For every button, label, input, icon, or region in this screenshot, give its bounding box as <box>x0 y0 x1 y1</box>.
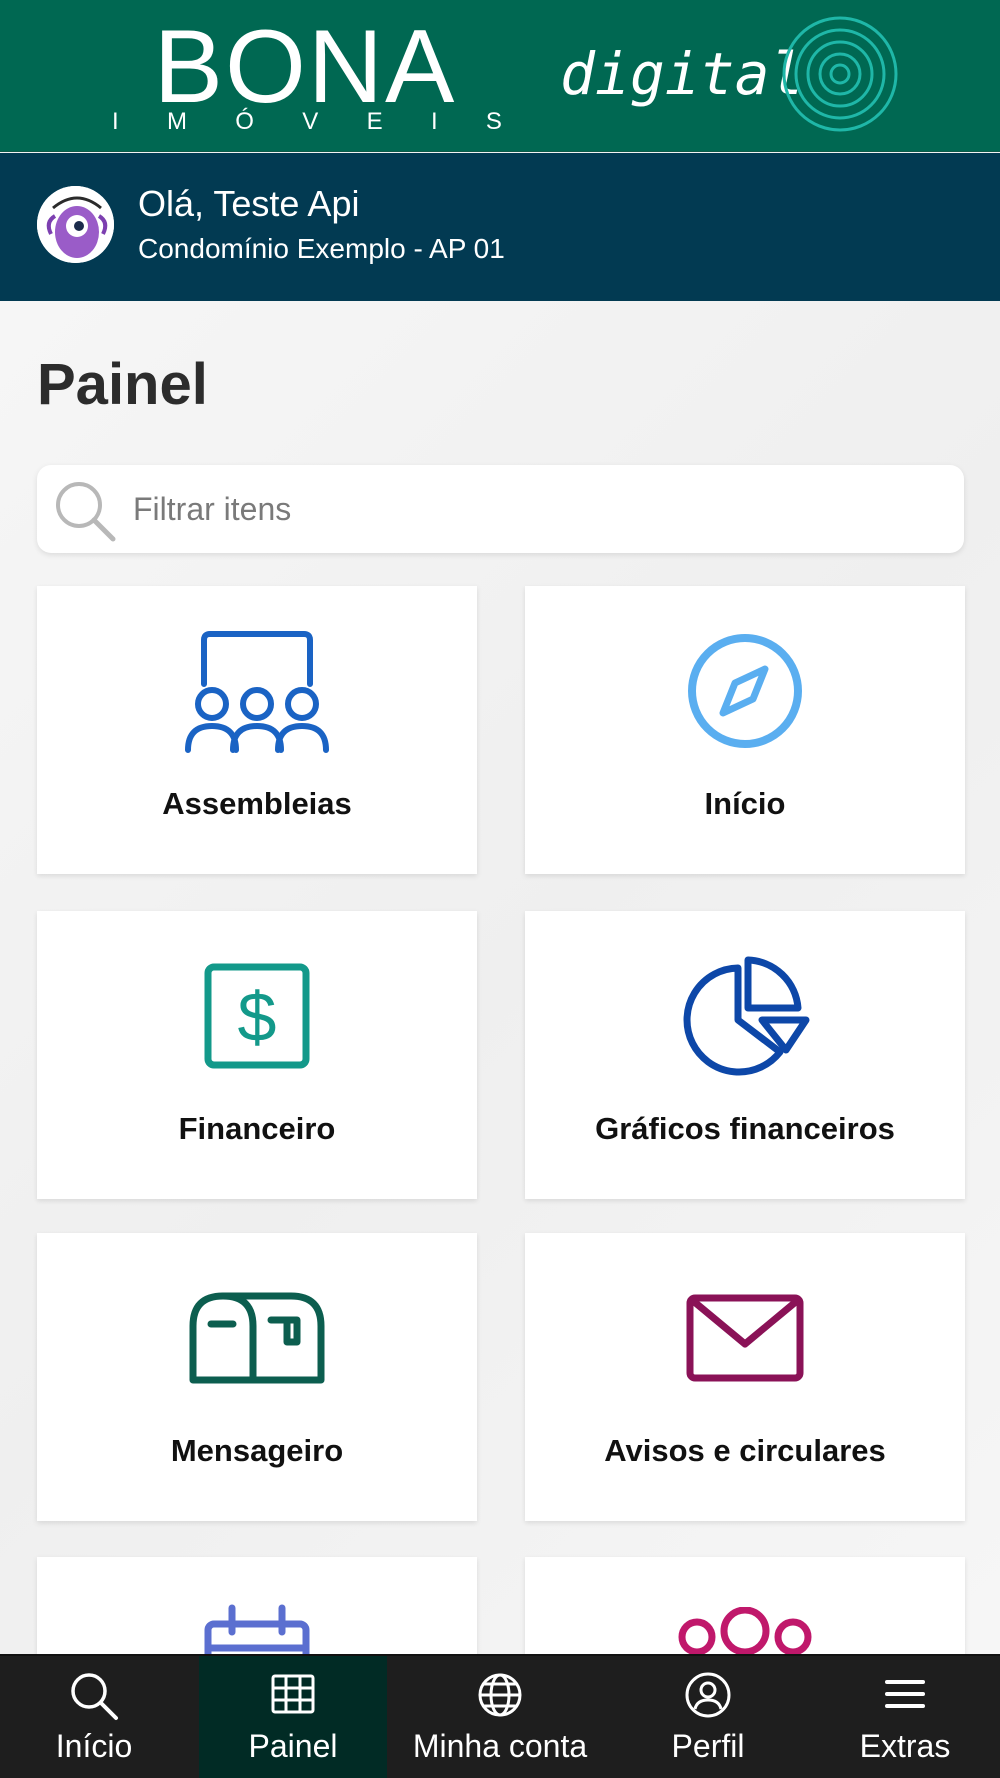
monster-avatar-icon <box>37 186 114 263</box>
compass-icon <box>688 634 802 748</box>
tile-inicio[interactable]: Início <box>525 586 965 874</box>
user-greeting: Olá, Teste Api <box>138 183 360 224</box>
group-icon <box>678 1607 812 1654</box>
search-icon <box>71 1673 118 1720</box>
envelope-icon <box>686 1294 804 1382</box>
tile-label: Gráficos financeiros <box>595 1111 895 1146</box>
globe-icon <box>478 1673 522 1717</box>
nav-extras[interactable]: Extras <box>810 1656 1000 1778</box>
brand-sub: I M Ó V E I S <box>112 108 502 135</box>
mailbox-icon <box>189 1292 325 1384</box>
tile-financeiro[interactable]: $ Financeiro <box>37 911 477 1199</box>
tile-group[interactable] <box>525 1557 965 1654</box>
tile-label: Financeiro <box>178 1111 336 1146</box>
dollar-icon: $ <box>204 963 310 1069</box>
nav-label: Minha conta <box>412 1728 588 1764</box>
target-rings-icon <box>782 16 898 132</box>
tile-avisos-circulares[interactable]: Avisos e circulares <box>525 1233 965 1521</box>
tile-graficos-financeiros[interactable]: Gráficos financeiros <box>525 911 965 1199</box>
user-circle-icon <box>685 1672 731 1718</box>
app-header: BONA I M Ó V E I S digital <box>0 0 1000 152</box>
tile-label: Assembleias <box>162 786 352 821</box>
dashboard-panel: Painel Assembleias <box>0 301 1000 1654</box>
nav-label: Perfil <box>671 1728 745 1764</box>
bona-logo: BONA I M Ó V E I S <box>100 9 510 135</box>
filter-search-box[interactable] <box>37 465 964 553</box>
pie-chart-icon <box>683 956 810 1076</box>
nav-label: Extras <box>859 1728 951 1764</box>
user-bar: Olá, Teste Api Condomínio Exemplo - AP 0… <box>0 153 1000 301</box>
search-icon <box>56 482 116 542</box>
bottom-nav: Início Painel Minha conta Perfil Extras <box>0 1654 1000 1778</box>
nav-perfil[interactable]: Perfil <box>610 1656 806 1778</box>
search-input[interactable] <box>133 479 933 539</box>
nav-painel[interactable]: Painel <box>199 1656 387 1778</box>
tile-label: Início <box>704 786 786 821</box>
tile-assembleias[interactable]: Assembleias <box>37 586 477 874</box>
assembly-icon <box>185 631 329 753</box>
nav-inicio[interactable]: Início <box>0 1656 188 1778</box>
page-title: Painel <box>37 352 208 417</box>
svg-text:$: $ <box>238 978 277 1056</box>
nav-minha-conta[interactable]: Minha conta <box>400 1656 600 1778</box>
calendar-icon <box>204 1604 310 1654</box>
tile-calendar[interactable] <box>37 1557 477 1654</box>
nav-label: Painel <box>248 1728 338 1764</box>
nav-label: Início <box>55 1728 133 1764</box>
avatar[interactable] <box>37 186 114 263</box>
tile-label: Avisos e circulares <box>604 1433 886 1468</box>
tile-mensageiro[interactable]: Mensageiro <box>37 1233 477 1521</box>
user-unit: Condomínio Exemplo - AP 01 <box>138 233 505 264</box>
menu-icon <box>885 1680 925 1708</box>
brand-digital: digital <box>560 40 805 108</box>
tile-label: Mensageiro <box>170 1433 344 1468</box>
brand-name: BONA <box>153 9 457 125</box>
grid-icon <box>271 1674 315 1714</box>
